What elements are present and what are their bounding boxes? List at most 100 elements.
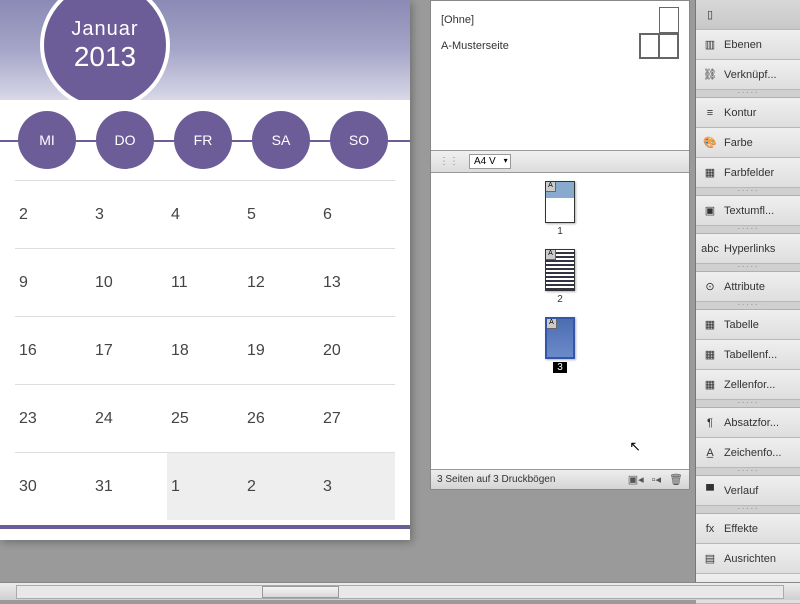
panel-verknpf[interactable]: ⛓ Verknüpf...	[696, 60, 800, 90]
page-thumb[interactable]: A	[545, 317, 575, 359]
day-cell: 16	[15, 316, 91, 384]
panel-separator	[696, 226, 800, 234]
master-none-thumb[interactable]	[659, 7, 679, 33]
footer-rule	[0, 525, 410, 529]
panel-hyperlinks[interactable]: abcHyperlinks	[696, 234, 800, 264]
panel-seiten[interactable]: ▯	[696, 0, 800, 30]
panel-tabelle[interactable]: ▦Tabelle	[696, 310, 800, 340]
panel-attribute[interactable]: ⊙Attribute	[696, 272, 800, 302]
panel-label: Ebenen	[724, 39, 762, 51]
day-cell: 20	[319, 316, 395, 384]
panel-label: Farbe	[724, 137, 753, 149]
panel-icon: ¶	[702, 415, 718, 431]
day-cell: 2	[15, 180, 91, 248]
day-cell: 5	[243, 180, 319, 248]
panel-tabellenf[interactable]: ▦Tabellenf...	[696, 340, 800, 370]
day-cell: 2	[243, 452, 319, 520]
edit-page-icon[interactable]: ▣◂	[628, 473, 644, 486]
master-none-label: [Ohne]	[441, 14, 474, 26]
master-a-row[interactable]: A-Musterseite	[441, 33, 679, 59]
page-item-3[interactable]: A3	[439, 317, 681, 373]
calendar-grid: 2345691011121316171819202324252627303112…	[0, 180, 410, 520]
panel-effekte[interactable]: fx Effekte	[696, 514, 800, 544]
day-cell: 3	[91, 180, 167, 248]
panel-label: Zeichenfo...	[724, 447, 781, 459]
day-cell: 11	[167, 248, 243, 316]
panel-farbfelder[interactable]: ▦ Farbfelder	[696, 158, 800, 188]
page-thumb[interactable]: A	[545, 181, 575, 223]
panel-label: Textumfl...	[724, 205, 774, 217]
day-cell: 27	[319, 384, 395, 452]
panel-separator	[696, 400, 800, 408]
panel-absatzfor[interactable]: ¶ Absatzfor...	[696, 408, 800, 438]
day-cell: 24	[91, 384, 167, 452]
page-item-1[interactable]: A1	[439, 181, 681, 237]
pages-icon: ▯	[702, 7, 718, 23]
page-size-dropdown[interactable]: A4 V	[469, 154, 511, 169]
page-thumb[interactable]: A	[545, 249, 575, 291]
calendar-photo: Januar 2013	[0, 0, 410, 100]
panel-icon: ▦	[702, 165, 718, 181]
day-cell: 17	[91, 316, 167, 384]
panel-icon: 🎨	[702, 135, 718, 151]
panel-icon: fx	[702, 521, 718, 537]
weekday-sa: SA	[252, 111, 310, 169]
day-cell: 18	[167, 316, 243, 384]
panel-zeichenfo[interactable]: A̲Zeichenfo...	[696, 438, 800, 468]
panel-verlauf[interactable]: ▀ Verlauf	[696, 476, 800, 506]
day-cell: 6	[319, 180, 395, 248]
status-text: 3 Seiten auf 3 Druckbögen	[437, 474, 555, 485]
panel-label: Ausrichten	[724, 553, 776, 565]
calendar-document[interactable]: Januar 2013 MIDOFRSASO 23456910111213161…	[0, 0, 410, 540]
scroll-thumb[interactable]	[262, 586, 339, 598]
month-label: Januar	[71, 18, 138, 41]
panel-farbe[interactable]: 🎨 Farbe	[696, 128, 800, 158]
panel-separator	[696, 302, 800, 310]
day-cell: 31	[91, 452, 167, 520]
day-cell: 1	[167, 452, 243, 520]
panel-zellenfor[interactable]: ▦ Zellenfor...	[696, 370, 800, 400]
panel-icon: ▀	[702, 483, 718, 499]
panel-icon: ▦	[702, 377, 718, 393]
page-size-bar: ⋮⋮ A4 V	[431, 151, 689, 173]
panel-label: Farbfelder	[724, 167, 774, 179]
weekday-header: MIDOFRSASO	[0, 100, 410, 180]
scroll-track[interactable]	[16, 585, 784, 599]
panel-label: Absatzfor...	[724, 417, 779, 429]
panel-icon: ≡	[702, 105, 718, 121]
panel-separator	[696, 90, 800, 98]
panel-ausrichten[interactable]: ▤ Ausrichten	[696, 544, 800, 574]
panel-label: Effekte	[724, 523, 758, 535]
master-badge: A	[547, 319, 557, 329]
date-badge: Januar 2013	[40, 0, 170, 110]
panel-separator	[696, 468, 800, 476]
panel-separator	[696, 264, 800, 272]
panel-kontur[interactable]: ≡Kontur	[696, 98, 800, 128]
page-number: 2	[557, 294, 563, 305]
panel-icon: ▤	[702, 551, 718, 567]
master-a-label: A-Musterseite	[441, 40, 509, 52]
panel-icon: ⛓	[702, 67, 718, 83]
panel-icon: abc	[702, 241, 718, 257]
panel-label: Zellenfor...	[724, 379, 775, 391]
page-list[interactable]: ↖ A1A2A3	[431, 173, 689, 469]
page-number: 1	[557, 226, 563, 237]
delete-page-icon[interactable]: 🗑	[669, 473, 683, 486]
new-page-icon[interactable]: ▫◂	[652, 473, 661, 486]
panel-label: Tabellenf...	[724, 349, 777, 361]
panel-ebenen[interactable]: ▥ Ebenen	[696, 30, 800, 60]
master-a-thumb[interactable]	[639, 33, 679, 59]
master-none-row[interactable]: [Ohne]	[441, 7, 679, 33]
status-icons: ▣◂ ▫◂ 🗑	[628, 473, 683, 486]
master-pages-area[interactable]: [Ohne] A-Musterseite	[431, 1, 689, 151]
page-item-2[interactable]: A2	[439, 249, 681, 305]
panel-icon: ▥	[702, 37, 718, 53]
weekday-so: SO	[330, 111, 388, 169]
panel-label: Verknüpf...	[724, 69, 777, 81]
page-number: 3	[553, 362, 567, 373]
horizontal-scrollbar[interactable]	[0, 582, 800, 600]
panel-textumfl[interactable]: ▣Textumfl...	[696, 196, 800, 226]
panel-separator	[696, 506, 800, 514]
panel-label: Verlauf	[724, 485, 758, 497]
canvas-area[interactable]: Januar 2013 MIDOFRSASO 23456910111213161…	[0, 0, 430, 560]
